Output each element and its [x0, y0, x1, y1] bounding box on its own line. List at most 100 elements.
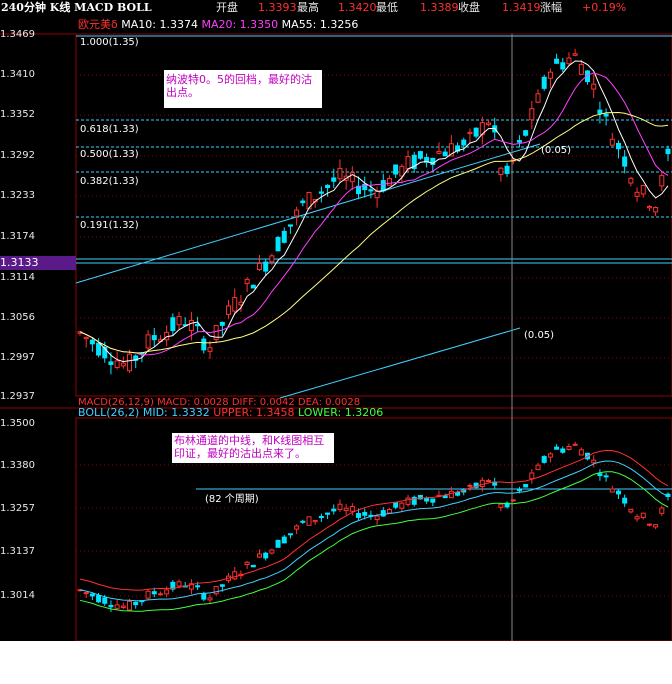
- candle-body: [188, 320, 194, 332]
- candle-body: [89, 593, 95, 597]
- candle-body: [640, 512, 646, 519]
- open-value: 1.3393: [258, 1, 297, 14]
- fib-label: 0.382(1.33): [80, 176, 139, 187]
- candle-body: [665, 148, 671, 155]
- candle-body: [244, 561, 250, 565]
- y-tick: 1.3014: [0, 590, 35, 601]
- candle-body: [380, 510, 386, 517]
- cursor-annotation: (0.05): [524, 330, 555, 341]
- y-tick: 1.3500: [0, 418, 35, 429]
- candle-body: [572, 53, 578, 56]
- candle-body: [275, 539, 281, 548]
- candle-body: [640, 185, 646, 195]
- y-tick: 1.3410: [0, 69, 35, 80]
- low-value: 1.3389: [420, 1, 459, 14]
- header-bar: 240分钟 K线 MACD BOLL 开盘 1.3393 最高 1.3420 最…: [0, 0, 672, 16]
- candle-body: [467, 484, 473, 487]
- candle-body: [114, 360, 120, 368]
- candle-body: [170, 317, 176, 332]
- change-value: +0.19%: [582, 1, 627, 14]
- ma-legend: 欧元美δ MA10: 1.3374 MA20: 1.3350 MA55: 1.3…: [78, 18, 358, 31]
- fib-label: 0.191(1.32): [80, 220, 139, 231]
- candle-body: [294, 209, 300, 217]
- candle-body: [529, 472, 535, 480]
- candle-body: [597, 109, 603, 114]
- candle-body: [318, 516, 324, 519]
- candle-body: [591, 83, 597, 90]
- candle-body: [263, 261, 269, 272]
- candle-body: [250, 284, 256, 289]
- candle-body: [287, 224, 293, 227]
- candle-body: [399, 165, 405, 177]
- candle-body: [622, 497, 628, 504]
- candle-body: [287, 533, 293, 536]
- candle-body: [201, 338, 207, 351]
- candle-body: [349, 505, 355, 512]
- candle-body: [510, 499, 516, 502]
- candle-body: [133, 601, 139, 606]
- candle-body: [486, 480, 492, 483]
- candle-body: [417, 151, 423, 159]
- y-tick: 1.3174: [0, 231, 35, 242]
- chart-canvas[interactable]: [0, 0, 672, 684]
- candle-body: [523, 130, 529, 136]
- candle-body: [628, 177, 634, 184]
- y-tick: 1.3352: [0, 109, 35, 120]
- candle-body: [609, 488, 615, 493]
- candle-body: [554, 446, 560, 450]
- candle-body: [479, 479, 485, 488]
- candle-body: [430, 498, 436, 503]
- footer-blank: [0, 641, 672, 684]
- y-tick: 1.3056: [0, 312, 35, 323]
- candle-body: [523, 483, 529, 488]
- candle-body: [331, 508, 337, 512]
- change-label: 涨幅: [540, 1, 562, 14]
- candle-body: [207, 597, 213, 601]
- candle-body: [597, 473, 603, 476]
- ma20-label: MA20: 1.3350: [201, 18, 279, 31]
- ma55-label: MA55: 1.3256: [281, 18, 359, 31]
- candle-body: [461, 139, 467, 146]
- candle-body: [646, 206, 652, 209]
- candle-body: [615, 142, 621, 150]
- candle-body: [232, 297, 238, 312]
- candle-body: [572, 443, 578, 446]
- candle-body: [529, 108, 535, 121]
- candle-body: [386, 178, 392, 186]
- candle-body: [269, 549, 275, 554]
- candle-body: [337, 503, 343, 511]
- candle-body: [250, 564, 256, 568]
- boll-legend: BOLL(26,2) MID: 1.3332 UPPER: 1.3458 LOW…: [78, 406, 383, 419]
- candle-body: [157, 593, 163, 596]
- candle-body: [325, 512, 331, 515]
- candle-body: [380, 180, 386, 192]
- candle-body: [622, 156, 628, 167]
- candle-body: [213, 585, 219, 595]
- candle-body: [498, 503, 504, 508]
- candle-body: [374, 190, 380, 199]
- boll-lower-label: LOWER: 1.3206: [298, 406, 384, 419]
- trendline-lower: [279, 327, 521, 399]
- close-label: 收盘: [458, 1, 480, 14]
- candle-body: [541, 76, 547, 89]
- candle-body: [362, 512, 368, 516]
- candle-body: [300, 520, 306, 523]
- candle-body: [448, 490, 454, 499]
- high-value: 1.3420: [338, 1, 377, 14]
- candle-body: [405, 156, 411, 170]
- candle-body: [486, 122, 492, 126]
- candle-body: [516, 140, 522, 143]
- y-tick: 1.3233: [0, 190, 35, 201]
- open-label: 开盘: [216, 1, 238, 14]
- ma55-line: [79, 111, 669, 354]
- candle-body: [393, 501, 399, 508]
- candle-body: [659, 175, 665, 187]
- candle-body: [102, 597, 108, 604]
- candle-body: [151, 335, 157, 341]
- candle-body: [535, 93, 541, 103]
- y-tick: 1.3137: [0, 546, 35, 557]
- candle-body: [609, 138, 615, 146]
- candle-body: [306, 516, 312, 526]
- candle-body: [374, 515, 380, 521]
- close-value: 1.3419: [502, 1, 541, 14]
